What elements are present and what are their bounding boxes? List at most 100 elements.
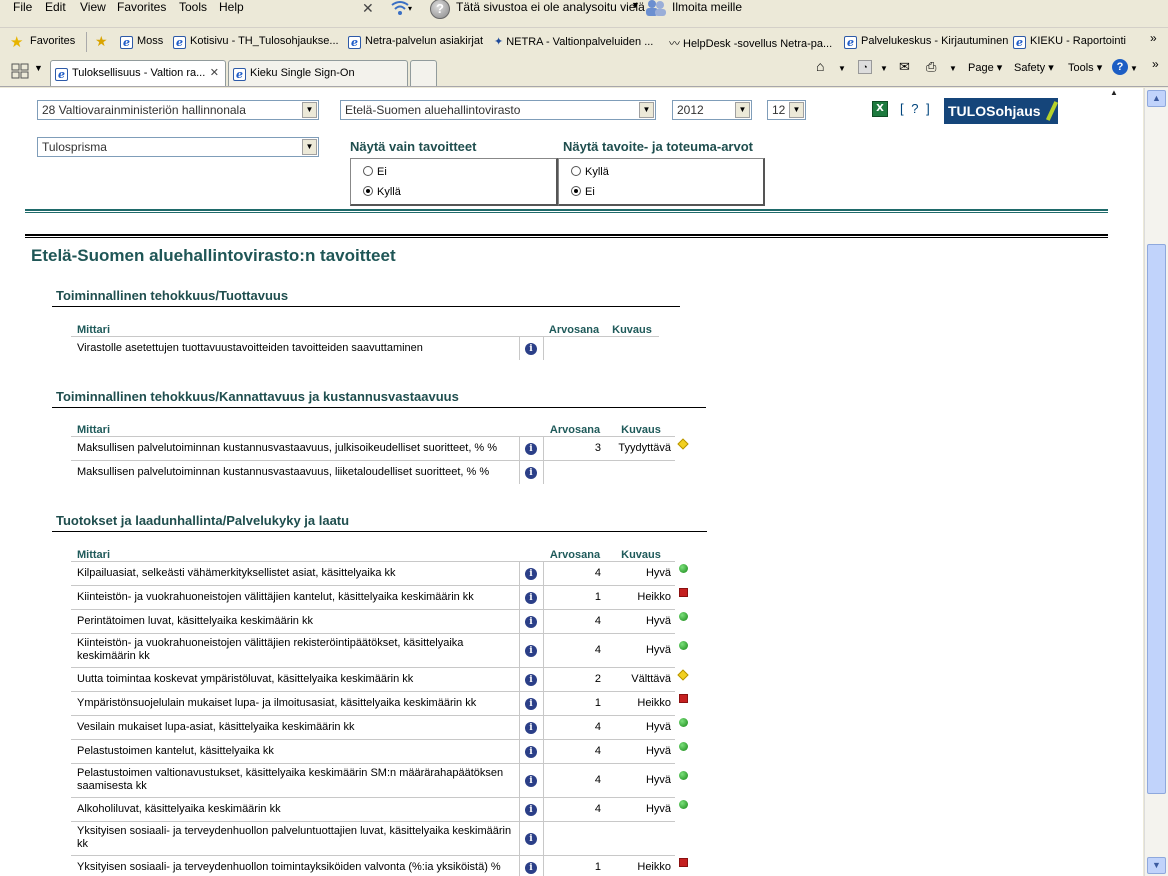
info-icon[interactable]: i: [525, 466, 537, 479]
view-select[interactable]: Tulosprisma ▼: [37, 137, 319, 157]
radio-button[interactable]: [571, 166, 581, 176]
info-icon[interactable]: i: [525, 644, 537, 657]
scrollbar-thumb[interactable]: [1147, 244, 1166, 794]
info-icon[interactable]: i: [525, 832, 537, 845]
info-icon[interactable]: i: [525, 442, 537, 455]
chevron-right-icon[interactable]: »: [1150, 31, 1157, 45]
target-values-option-kylla[interactable]: Kyllä: [571, 166, 609, 178]
grade-description: [605, 335, 659, 360]
report-link[interactable]: Ilmoita meille: [672, 0, 742, 14]
chevron-down-icon[interactable]: ▼: [302, 102, 317, 118]
quick-tabs-icon[interactable]: [10, 62, 30, 80]
radio-button-selected[interactable]: [363, 186, 373, 196]
menu-edit[interactable]: Edit: [45, 0, 66, 14]
chevron-down-icon[interactable]: ▼: [949, 64, 957, 73]
chevron-down-icon[interactable]: ▼: [639, 102, 654, 118]
menu-view[interactable]: View: [80, 0, 106, 14]
info-icon[interactable]: i: [525, 774, 537, 787]
favorites-star-icon[interactable]: ★: [10, 33, 23, 51]
chevron-down-icon[interactable]: ▼: [735, 102, 750, 118]
netra-icon: ✦: [494, 36, 504, 48]
menu-help[interactable]: Help: [219, 0, 244, 14]
tab-kieku[interactable]: e Kieku Single Sign-On: [228, 60, 408, 86]
excel-export-icon[interactable]: X: [872, 101, 888, 117]
info-icon[interactable]: i: [525, 673, 537, 686]
page-menu[interactable]: Page ▾: [968, 61, 1002, 74]
grade-value: [543, 820, 607, 855]
favorites-button[interactable]: Favorites: [30, 35, 75, 47]
info-icon[interactable]: i: [525, 745, 537, 758]
info-icon[interactable]: i: [525, 861, 537, 874]
tab-bar: ▼ e Tuloksellisuus - Valtion ra... ✕ e Kie…: [0, 57, 1168, 87]
table-header-row: Mittari Arvosana Kuvaus: [71, 316, 659, 336]
chevron-down-icon[interactable]: ▼: [789, 102, 804, 118]
info-icon[interactable]: i: [525, 342, 537, 355]
chevron-down-icon[interactable]: ▼: [838, 64, 846, 73]
feeds-icon[interactable]: ◔: [858, 60, 872, 74]
table-row: Vesilain mukaiset lupa-asiat, käsittelya…: [71, 714, 699, 739]
year-select[interactable]: 2012 ▼: [672, 100, 752, 120]
favorite-link-kieku[interactable]: e KIEKU - Raportointi: [1013, 35, 1126, 49]
favorite-link-helpdesk[interactable]: 〰 HelpDesk -sovellus Netra-pa...: [669, 35, 832, 51]
phishing-filter-icon[interactable]: ?: [430, 0, 450, 19]
target-values-option-ei[interactable]: Ei: [571, 186, 595, 198]
chevron-down-icon[interactable]: ▼: [1130, 64, 1138, 73]
info-icon[interactable]: i: [525, 567, 537, 580]
tools-menu[interactable]: Tools ▾: [1068, 61, 1102, 74]
menu-bar: File Edit View Favorites Tools Help ✕ ▾ …: [0, 0, 1168, 28]
favorite-link-moss[interactable]: e Moss: [120, 35, 163, 49]
home-icon[interactable]: ⌂: [816, 58, 824, 74]
section-rule: [52, 407, 706, 408]
new-tab-button[interactable]: [410, 60, 437, 86]
agency-select[interactable]: Etelä-Suomen aluehallintovirasto ▼: [340, 100, 656, 120]
month-select[interactable]: 12 ▼: [767, 100, 806, 120]
help-icon[interactable]: ?: [1112, 59, 1128, 75]
favorite-link-kotisivu[interactable]: e Kotisivu - TH_Tulosohjaukse...: [173, 35, 339, 49]
connection-icon[interactable]: ▾: [388, 0, 412, 19]
table-row: Perintätoimen luvat, käsittelyaika keski…: [71, 608, 699, 633]
scroll-up-arrow-icon[interactable]: ▲: [1147, 90, 1166, 107]
favorite-link-netra[interactable]: ✦ NETRA - Valtionpalveluiden ...: [494, 35, 653, 48]
divider: [25, 234, 1108, 236]
chevron-right-icon[interactable]: »: [1152, 57, 1159, 71]
chevron-down-icon[interactable]: ▼: [302, 139, 317, 155]
info-icon[interactable]: i: [525, 803, 537, 816]
grade-value: [543, 335, 605, 360]
scroll-up-arrow-icon[interactable]: ▲: [1110, 88, 1120, 98]
tab-tuloksellisuus[interactable]: e Tuloksellisuus - Valtion ra... ✕: [50, 60, 226, 86]
only-targets-option-kylla[interactable]: Kyllä: [363, 186, 401, 198]
mail-icon[interactable]: ✉: [899, 59, 910, 75]
info-icon[interactable]: i: [525, 615, 537, 628]
favorite-link-netra-asiakirjat[interactable]: e Netra-palvelun asiakirjat: [348, 35, 483, 49]
only-targets-option-ei[interactable]: Ei: [363, 166, 387, 178]
close-icon[interactable]: ✕: [362, 0, 374, 17]
ministry-select[interactable]: 28 Valtiovarainministeriön hallinnonala ▼: [37, 100, 319, 120]
scroll-down-arrow-icon[interactable]: ▼: [1147, 857, 1166, 874]
only-targets-title: Näytä vain tavoitteet: [350, 139, 477, 154]
radio-button-selected[interactable]: [571, 186, 581, 196]
safety-menu[interactable]: Safety ▾: [1014, 61, 1054, 74]
tulosohjaus-logo[interactable]: TULOSohjaus: [944, 98, 1059, 124]
chevron-down-icon[interactable]: ▼: [631, 0, 640, 10]
help-link[interactable]: [ ? ]: [900, 101, 932, 116]
menu-tools[interactable]: Tools: [179, 0, 207, 14]
vertical-scrollbar[interactable]: ▲ ▼: [1144, 88, 1168, 876]
ie-page-icon: e: [55, 68, 68, 81]
info-icon[interactable]: i: [525, 721, 537, 734]
table-row: Pelastustoimen kantelut, käsittelyaika k…: [71, 738, 699, 763]
grade-value: 1: [543, 854, 607, 876]
header-grade: Arvosana: [549, 548, 601, 561]
menu-file[interactable]: File: [13, 0, 32, 14]
info-icon[interactable]: i: [525, 697, 537, 710]
add-favorite-icon[interactable]: ★: [95, 33, 108, 50]
menu-favorites[interactable]: Favorites: [117, 0, 166, 14]
chevron-down-icon[interactable]: ▼: [880, 64, 888, 73]
print-icon[interactable]: ⎙: [926, 59, 936, 75]
info-icon[interactable]: i: [525, 591, 537, 604]
tab-list-chevron-icon[interactable]: ▼: [34, 63, 43, 73]
users-icon[interactable]: [645, 0, 667, 17]
favorite-link-palvelukeskus[interactable]: e Palvelukeskus - Kirjautuminen: [844, 35, 1008, 49]
close-tab-icon[interactable]: ✕: [210, 61, 219, 85]
radio-button[interactable]: [363, 166, 373, 176]
phishing-status-text[interactable]: Tätä sivustoa ei ole analysoitu vielä: [456, 0, 645, 14]
